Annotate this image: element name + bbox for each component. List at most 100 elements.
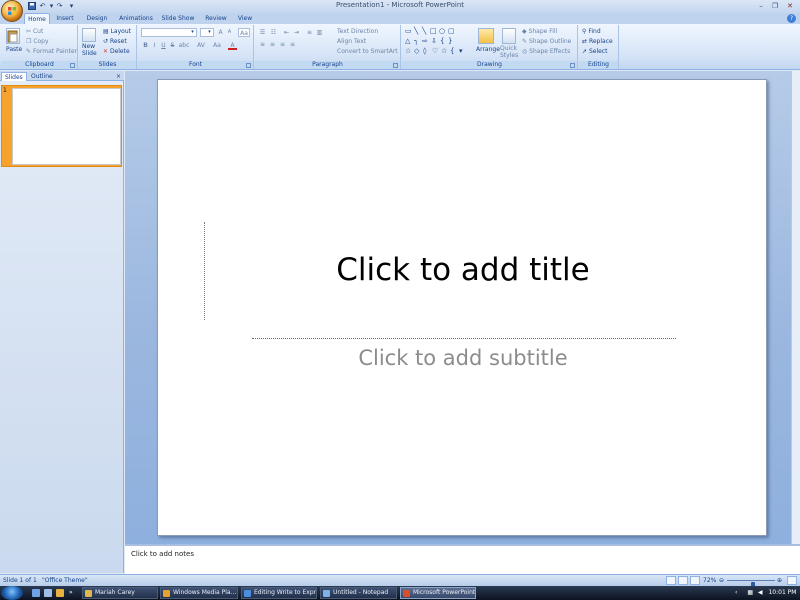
maximize-button[interactable]: ❐ [769, 1, 781, 11]
slide-thumbnail[interactable]: 1 [1, 85, 122, 167]
minimize-button[interactable]: – [755, 1, 767, 11]
bullets-icon[interactable]: ☰ [258, 28, 267, 37]
shape-callout-icon[interactable]: ◊ [423, 47, 426, 55]
align-text-button[interactable]: Align Text [337, 37, 366, 46]
theme-name[interactable]: "Office Theme" [42, 576, 88, 586]
shape-triangle-icon[interactable]: △ [405, 37, 410, 45]
taskbar-button[interactable]: Untitled - Notepad [320, 587, 397, 599]
tab-slides[interactable]: Slides [1, 72, 27, 81]
shape-line-icon[interactable]: ╲ [414, 27, 418, 35]
arrange-icon[interactable] [478, 28, 494, 44]
clock[interactable]: 10:01 PM [768, 589, 796, 596]
shape-rectangle-icon[interactable]: □ [430, 27, 437, 35]
clear-formatting-button[interactable]: Aa [238, 28, 250, 37]
quicklaunch-more-icon[interactable]: » [69, 588, 73, 598]
copy-button[interactable]: ❐ Copy [26, 37, 49, 46]
align-left-icon[interactable]: ≡ [258, 40, 267, 49]
justify-icon[interactable]: ≡ [288, 40, 297, 49]
convert-smartart-button[interactable]: Convert to SmartArt [337, 47, 398, 56]
shape-star-icon[interactable]: ☆ [441, 47, 447, 55]
shape-arrow-icon[interactable]: ⇩ [431, 37, 437, 45]
title-placeholder[interactable]: Click to add title [158, 252, 768, 288]
zoom-slider[interactable] [727, 580, 775, 589]
zoom-out-icon[interactable]: ⊖ [719, 576, 724, 586]
taskbar-button[interactable]: Windows Media Pla... [160, 587, 238, 599]
fit-to-window-icon[interactable] [787, 576, 797, 585]
subtitle-placeholder[interactable]: Click to add subtitle [158, 346, 768, 370]
tab-outline[interactable]: Outline [28, 72, 56, 81]
tab-insert[interactable]: Insert [52, 13, 78, 24]
character-spacing-button[interactable]: AV [195, 41, 207, 50]
shape-effects-button[interactable]: ◎ Shape Effects [522, 47, 570, 56]
select-button[interactable]: ➚ Select [582, 47, 607, 56]
shape-brace-icon[interactable]: } [448, 37, 452, 45]
format-painter-button[interactable]: ✎ Format Painter [26, 47, 77, 56]
network-icon[interactable]: ▦ [747, 589, 753, 596]
quick-styles-button[interactable]: Quick Styles [500, 45, 518, 59]
underline-button[interactable]: U [159, 41, 168, 50]
grow-font-button[interactable]: A [216, 28, 225, 37]
start-button[interactable] [1, 586, 23, 600]
notes-placeholder[interactable]: Click to add notes [131, 550, 194, 558]
numbering-icon[interactable]: ☷ [269, 28, 278, 37]
office-button[interactable] [1, 0, 23, 22]
shape-oval-icon[interactable]: ○ [439, 27, 445, 35]
volume-icon[interactable]: ◀ [758, 589, 763, 596]
shape-brace-icon[interactable]: { [450, 47, 454, 55]
bold-button[interactable]: B [141, 41, 150, 50]
delete-button[interactable]: ✕ Delete [103, 47, 130, 56]
font-name-combo[interactable]: ▾ [141, 28, 197, 37]
slide-show-icon[interactable] [690, 576, 700, 585]
tab-slide-show[interactable]: Slide Show [159, 13, 197, 24]
paste-icon[interactable] [6, 28, 20, 44]
font-size-combo[interactable]: ▾ [200, 28, 214, 37]
clipboard-launcher-icon[interactable] [70, 63, 75, 68]
shape-outline-button[interactable]: ✎ Shape Outline [522, 37, 571, 46]
shape-brace-icon[interactable]: { [440, 37, 444, 45]
help-icon[interactable]: ? [787, 14, 796, 23]
shape-star-icon[interactable]: ☆ [405, 47, 411, 55]
reset-button[interactable]: ↺ Reset [103, 37, 127, 46]
notes-pane[interactable]: Click to add notes [125, 544, 800, 574]
vertical-scrollbar[interactable] [791, 71, 800, 544]
save-icon[interactable] [27, 2, 36, 11]
taskbar-button[interactable]: Microsoft PowerPoint... [400, 587, 476, 599]
paragraph-launcher-icon[interactable] [393, 63, 398, 68]
change-case-button[interactable]: Aa [211, 41, 223, 50]
decrease-indent-icon[interactable]: ⇤ [282, 28, 291, 37]
increase-indent-icon[interactable]: ⇥ [292, 28, 301, 37]
text-shadow-button[interactable]: abc [177, 41, 191, 50]
shape-fill-button[interactable]: ◆ Shape Fill [522, 27, 557, 36]
new-slide-button[interactable]: New Slide [82, 43, 100, 57]
shapes-gallery[interactable]: ▭ ╲ ╲ □ ○ ▢ △ ┐ ⇨ ⇩ { } ☆ ◇ ◊ ♡ ☆ { ▾ [405, 27, 471, 59]
zoom-level[interactable]: 72% [703, 576, 716, 586]
tab-view[interactable]: View [233, 13, 257, 24]
close-button[interactable]: ✕ [784, 1, 796, 11]
new-slide-icon[interactable] [82, 28, 96, 42]
zoom-in-icon[interactable]: ⊕ [777, 576, 782, 586]
italic-button[interactable]: I [150, 41, 159, 50]
shape-line-icon[interactable]: ╲ [422, 27, 426, 35]
show-desktop-icon[interactable] [32, 589, 40, 597]
shape-rectangle-icon[interactable]: ▭ [405, 27, 412, 35]
tab-home[interactable]: Home [24, 13, 50, 24]
drawing-launcher-icon[interactable] [570, 63, 575, 68]
tab-review[interactable]: Review [201, 13, 231, 24]
redo-icon[interactable]: ↷ [55, 2, 64, 11]
slide-sorter-icon[interactable] [678, 576, 688, 585]
find-button[interactable]: ⚲ Find [582, 27, 601, 36]
paste-button[interactable]: Paste [6, 45, 22, 54]
shape-heart-icon[interactable]: ♡ [432, 47, 438, 55]
media-player-quicklaunch-icon[interactable] [56, 589, 64, 597]
shape-rounded-rect-icon[interactable]: ▢ [448, 27, 455, 35]
tray-expand-icon[interactable]: ‹ [735, 589, 737, 596]
strikethrough-button[interactable]: S [168, 41, 177, 50]
customize-qat-icon[interactable]: ▾ [67, 2, 76, 11]
switch-windows-icon[interactable] [44, 589, 52, 597]
font-launcher-icon[interactable] [246, 63, 251, 68]
text-direction-button[interactable]: Text Direction [337, 27, 378, 36]
close-pane-icon[interactable]: × [116, 72, 121, 81]
align-right-icon[interactable]: ≡ [278, 40, 287, 49]
arrange-button[interactable]: Arrange [476, 45, 500, 54]
layout-button[interactable]: ▤ Layout [103, 27, 131, 36]
